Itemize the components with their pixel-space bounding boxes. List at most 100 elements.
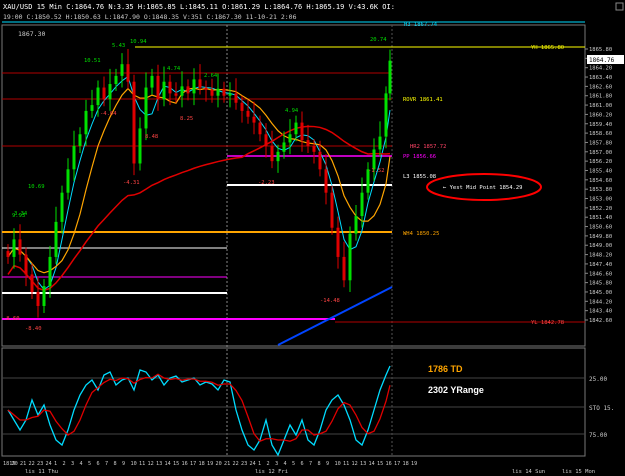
candle-body bbox=[264, 134, 268, 146]
candle-body bbox=[204, 87, 208, 90]
candle-body bbox=[66, 169, 70, 193]
time-axis-label: 20 bbox=[216, 461, 222, 467]
price-axis-label: 1849.00 bbox=[589, 243, 612, 249]
peak-value-label: 5.43 bbox=[112, 43, 125, 49]
time-axis-label: 4 bbox=[284, 461, 287, 467]
price-axis-label: 1845.00 bbox=[589, 290, 612, 296]
candle-body bbox=[384, 93, 388, 137]
price-axis-label: 1859.40 bbox=[589, 122, 612, 128]
candle-body bbox=[222, 88, 226, 96]
time-axis-label: 10 bbox=[131, 461, 137, 467]
time-axis-label: 8 bbox=[318, 461, 321, 467]
time-axis-label: 21 bbox=[224, 461, 230, 467]
candle-body bbox=[108, 84, 112, 100]
price-axis-label: 1856.20 bbox=[589, 159, 612, 165]
candle-body bbox=[342, 256, 346, 281]
level-label-wh4: WH4 1850.25 bbox=[403, 231, 439, 237]
date-label-mon: lis 15 Mon bbox=[562, 469, 595, 475]
time-axis-label: 11 bbox=[343, 461, 349, 467]
candle-body bbox=[300, 122, 304, 141]
time-axis-label: 14 bbox=[165, 461, 171, 467]
candle-body bbox=[228, 93, 232, 96]
level-label-h3: H3 1867.74 bbox=[404, 22, 438, 28]
candle-body bbox=[12, 239, 16, 257]
current-price: 1864.76 bbox=[589, 57, 615, 64]
top-left-price: 1867.30 bbox=[18, 30, 45, 38]
time-axis-label: 19 bbox=[411, 461, 417, 467]
time-axis-label: 17 bbox=[394, 461, 400, 467]
level-label-yl: YL 1842.78 bbox=[531, 320, 564, 326]
candle-body bbox=[186, 86, 190, 94]
candle-body bbox=[90, 105, 94, 111]
candle-body bbox=[174, 93, 178, 96]
candle-body bbox=[306, 140, 310, 146]
peak-value-label: -4.04 bbox=[100, 111, 117, 117]
time-axis-label: 18 bbox=[199, 461, 205, 467]
candle-body bbox=[156, 75, 160, 100]
time-axis-label: 18 bbox=[403, 461, 409, 467]
price-axis-label: 1850.60 bbox=[589, 225, 612, 231]
price-axis-label: 1847.40 bbox=[589, 262, 612, 268]
candle-body bbox=[276, 151, 280, 162]
candle-body bbox=[324, 169, 328, 193]
price-axis-label: 1844.20 bbox=[589, 299, 612, 305]
peak-value-label: -2.23 bbox=[258, 180, 275, 186]
time-axis-label: 1 bbox=[54, 461, 57, 467]
time-axis-label: 8 bbox=[114, 461, 117, 467]
candle-body bbox=[138, 128, 142, 164]
candle-body bbox=[210, 89, 214, 96]
candle-body bbox=[318, 151, 322, 170]
osc-axis-25: 25.00 bbox=[589, 376, 607, 383]
candle-body bbox=[192, 79, 196, 94]
price-axis-label: 1849.80 bbox=[589, 234, 612, 240]
osc-line-cyan bbox=[7, 365, 391, 457]
peak-value-label: -4.31 bbox=[123, 180, 140, 186]
trend-line-blue bbox=[277, 286, 393, 346]
price-axis-label: 1854.60 bbox=[589, 178, 612, 184]
candle-body bbox=[96, 87, 100, 106]
candle-body bbox=[252, 116, 256, 123]
time-axis-label: 7 bbox=[309, 461, 312, 467]
peak-value-label: 10.94 bbox=[130, 39, 147, 45]
peak-value-label: 10.51 bbox=[84, 58, 101, 64]
candle-body bbox=[336, 227, 340, 257]
candle-body bbox=[282, 142, 286, 152]
time-axis-label: 10 bbox=[335, 461, 341, 467]
level-label-l3: L3 1855.08 bbox=[403, 174, 436, 180]
price-axis-label: 1860.20 bbox=[589, 112, 612, 118]
time-axis-label: 9 bbox=[122, 461, 125, 467]
time-axis-label: 21 bbox=[20, 461, 26, 467]
price-axis-label: 1852.20 bbox=[589, 206, 612, 212]
candle-body bbox=[258, 122, 262, 135]
candle-body bbox=[294, 122, 298, 135]
peak-value-label: 4.94 bbox=[285, 108, 299, 114]
level-label-hr2: HR2 1857.72 bbox=[410, 144, 446, 150]
price-axis-label: 1853.80 bbox=[589, 187, 612, 193]
time-axis-label: 24 bbox=[46, 461, 52, 467]
time-axis-label: 16 bbox=[386, 461, 392, 467]
level-label-pp: PP 1856.66 bbox=[403, 154, 436, 160]
candle-body bbox=[378, 136, 382, 150]
candle-body bbox=[168, 81, 172, 94]
level-label-yh: YH 1865.80 bbox=[531, 45, 564, 51]
candle-body bbox=[312, 145, 316, 152]
peak-value-label: -14.48 bbox=[320, 298, 340, 304]
price-axis-label: 1846.60 bbox=[589, 271, 612, 277]
time-axis-label: 17 bbox=[190, 461, 196, 467]
window-restore-icon[interactable] bbox=[615, 2, 624, 11]
time-axis-label: 22 bbox=[29, 461, 35, 467]
candle-body bbox=[288, 134, 292, 143]
chart-canvas[interactable]: XAU/USD 15 Min C:1864.76 N:3.35 H:1865.8… bbox=[0, 0, 625, 476]
candle-body bbox=[348, 233, 352, 281]
peak-value-label: -1.52 bbox=[368, 168, 385, 174]
time-axis-label: 15 bbox=[173, 461, 179, 467]
peak-value-label: 3.34 bbox=[14, 211, 28, 217]
peak-value-label: 8.48 bbox=[145, 134, 158, 140]
header-quote: XAU/USD 15 Min C:1864.76 N:3.35 H:1865.8… bbox=[3, 3, 395, 11]
price-axis-label: 1857.80 bbox=[589, 140, 612, 146]
candle-body bbox=[354, 216, 358, 234]
price-axis-label: 1863.40 bbox=[589, 75, 612, 81]
price-axis-label: 1861.80 bbox=[589, 94, 612, 100]
price-axis-label: 1858.60 bbox=[589, 131, 612, 137]
level-label-rovr: ROVR 1861.41 bbox=[403, 97, 443, 103]
